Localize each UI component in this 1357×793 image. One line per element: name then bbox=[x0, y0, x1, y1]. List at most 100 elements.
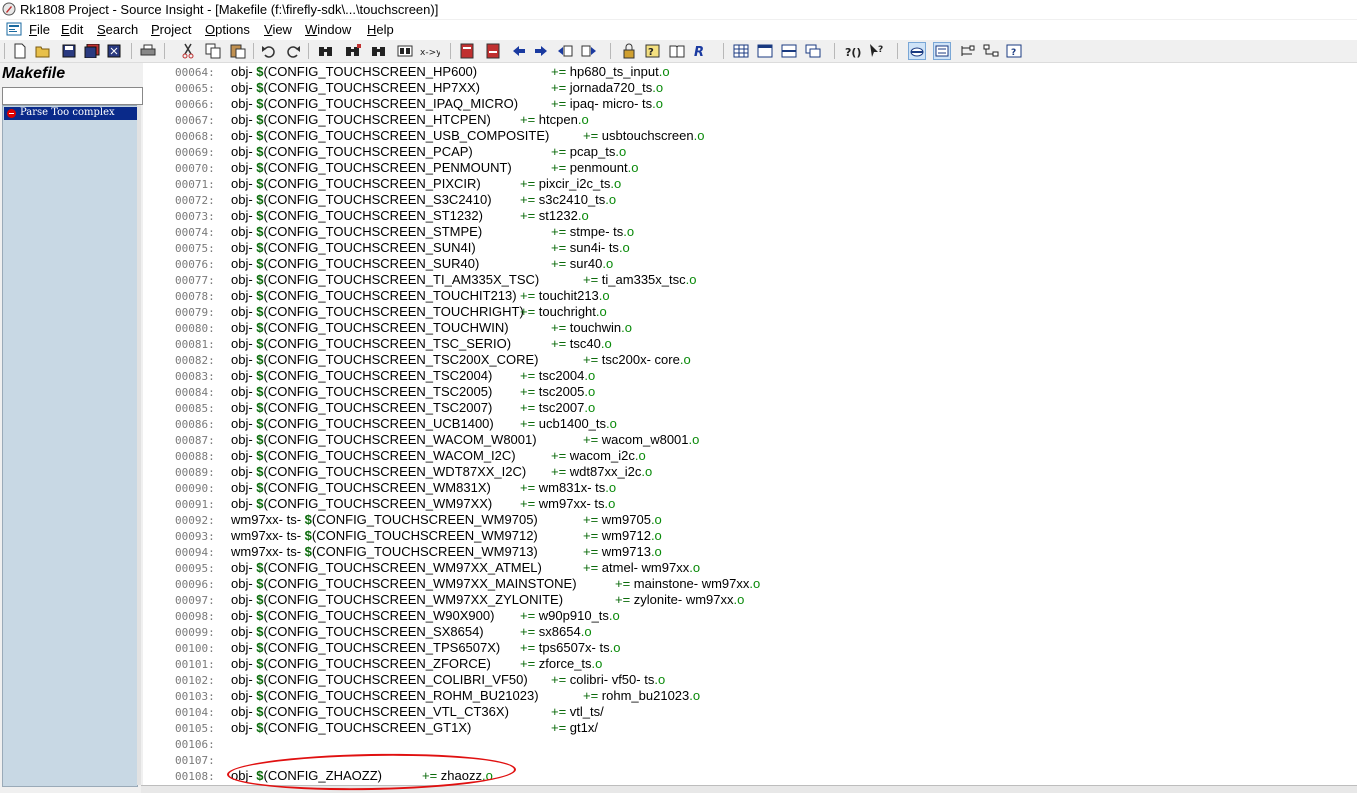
system-menu-icon[interactable] bbox=[6, 22, 22, 36]
symbol-info-icon[interactable]: ?() bbox=[845, 43, 863, 59]
code-line[interactable]: 00081: obj- $(CONFIG_TOUCHSCREEN_TSC_SERI… bbox=[143, 336, 1357, 352]
code-line[interactable]: 00104: obj- $(CONFIG_TOUCHSCREEN_VTL_CT36… bbox=[143, 704, 1357, 720]
menu-help[interactable]: Help bbox=[367, 22, 394, 37]
code-editor[interactable]: 00064: obj- $(CONFIG_TOUCHSCREEN_HP600) +=… bbox=[143, 63, 1357, 785]
menu-file[interactable]: File bbox=[29, 22, 50, 37]
tree-icon[interactable] bbox=[983, 43, 999, 59]
code-line[interactable]: 00105: obj- $(CONFIG_TOUCHSCREEN_GT1X) += … bbox=[143, 720, 1357, 736]
cut-icon[interactable] bbox=[180, 43, 196, 59]
menu-project[interactable]: Project bbox=[151, 22, 191, 37]
code-line[interactable]: 00093: wm97xx- ts- $(CONFIG_TOUCHSCREEN_W… bbox=[143, 528, 1357, 544]
code-line[interactable]: 00095: obj- $(CONFIG_TOUCHSCREEN_WM97XX_A… bbox=[143, 560, 1357, 576]
menu-search[interactable]: Search bbox=[97, 22, 138, 37]
search-project-icon[interactable] bbox=[345, 43, 361, 59]
code-line[interactable]: 00079: obj- $(CONFIG_TOUCHSCREEN_TOUCHRIG… bbox=[143, 304, 1357, 320]
symbol-search-input[interactable] bbox=[2, 87, 143, 105]
undo-icon[interactable] bbox=[261, 43, 277, 59]
code-line[interactable]: 00065: obj- $(CONFIG_TOUCHSCREEN_HP7XX) +=… bbox=[143, 80, 1357, 96]
code-line[interactable]: 00075: obj- $(CONFIG_TOUCHSCREEN_SUN4I) +=… bbox=[143, 240, 1357, 256]
code-line[interactable]: 00084: obj- $(CONFIG_TOUCHSCREEN_TSC2005)… bbox=[143, 384, 1357, 400]
code-line[interactable]: 00073: obj- $(CONFIG_TOUCHSCREEN_ST1232) +… bbox=[143, 208, 1357, 224]
code-line[interactable]: 00088: obj- $(CONFIG_TOUCHSCREEN_WACOM_I2… bbox=[143, 448, 1357, 464]
code-line[interactable]: 00089: obj- $(CONFIG_TOUCHSCREEN_WDT87XX_… bbox=[143, 464, 1357, 480]
code-line[interactable]: 00100: obj- $(CONFIG_TOUCHSCREEN_TPS6507X… bbox=[143, 640, 1357, 656]
code-line[interactable]: 00097: obj- $(CONFIG_TOUCHSCREEN_WM97XX_Z… bbox=[143, 592, 1357, 608]
close-file-icon[interactable] bbox=[106, 43, 122, 59]
code-line[interactable]: 00087: obj- $(CONFIG_TOUCHSCREEN_WACOM_W8… bbox=[143, 432, 1357, 448]
pointer-help-icon[interactable]: ? bbox=[868, 43, 884, 59]
make-lhs: obj- bbox=[231, 656, 257, 671]
jump-forward-icon[interactable] bbox=[581, 43, 597, 59]
save-all-icon[interactable] bbox=[84, 43, 100, 59]
code-line[interactable]: 00082: obj- $(CONFIG_TOUCHSCREEN_TSC200X_… bbox=[143, 352, 1357, 368]
bookmark-next-icon[interactable] bbox=[485, 43, 501, 59]
code-line[interactable]: 00077: obj- $(CONFIG_TOUCHSCREEN_TI_AM335… bbox=[143, 272, 1357, 288]
help-window-icon[interactable]: ? bbox=[1006, 43, 1022, 59]
call-tree-icon[interactable] bbox=[959, 43, 975, 59]
bookmark-icon[interactable] bbox=[459, 43, 475, 59]
code-line[interactable]: 00080: obj- $(CONFIG_TOUCHSCREEN_TOUCHWIN… bbox=[143, 320, 1357, 336]
grid-view-icon[interactable] bbox=[733, 43, 749, 59]
save-icon[interactable] bbox=[61, 43, 77, 59]
code-line[interactable]: 00083: obj- $(CONFIG_TOUCHSCREEN_TSC2004)… bbox=[143, 368, 1357, 384]
symbol-list[interactable]: Parse Too complex bbox=[2, 105, 138, 787]
context-window-icon[interactable] bbox=[908, 42, 926, 60]
code-text: wm97xx- ts- $(CONFIG_TOUCHSCREEN_WM9713) bbox=[231, 544, 538, 560]
code-line[interactable]: 00064: obj- $(CONFIG_TOUCHSCREEN_HP600) +=… bbox=[143, 64, 1357, 80]
redo-icon[interactable] bbox=[285, 43, 301, 59]
code-line[interactable]: 00070: obj- $(CONFIG_TOUCHSCREEN_PENMOUNT… bbox=[143, 160, 1357, 176]
relation-icon[interactable]: R bbox=[693, 43, 709, 59]
code-line[interactable]: 00066: obj- $(CONFIG_TOUCHSCREEN_IPAQ_MIC… bbox=[143, 96, 1357, 112]
symbol-window-scrollbar[interactable] bbox=[137, 105, 141, 785]
symbol-list-item[interactable]: Parse Too complex bbox=[4, 107, 137, 120]
help-symbol-icon[interactable]: ? bbox=[645, 43, 661, 59]
code-line[interactable]: 00103: obj- $(CONFIG_TOUCHSCREEN_ROHM_BU2… bbox=[143, 688, 1357, 704]
code-line[interactable]: 00091: obj- $(CONFIG_TOUCHSCREEN_WM97XX) +… bbox=[143, 496, 1357, 512]
menu-view[interactable]: View bbox=[264, 22, 292, 37]
code-line[interactable]: 00098: obj- $(CONFIG_TOUCHSCREEN_W90X900)… bbox=[143, 608, 1357, 624]
code-line[interactable]: 00086: obj- $(CONFIG_TOUCHSCREEN_UCB1400)… bbox=[143, 416, 1357, 432]
code-line[interactable]: 00071: obj- $(CONFIG_TOUCHSCREEN_PIXCIR) +… bbox=[143, 176, 1357, 192]
print-icon[interactable] bbox=[140, 43, 156, 59]
jump-back-icon[interactable] bbox=[557, 43, 573, 59]
code-line[interactable]: 00085: obj- $(CONFIG_TOUCHSCREEN_TSC2007)… bbox=[143, 400, 1357, 416]
make-rhs: += sx8654.o bbox=[520, 624, 592, 640]
code-line[interactable]: 00076: obj- $(CONFIG_TOUCHSCREEN_SUR40) +=… bbox=[143, 256, 1357, 272]
split-view-icon[interactable] bbox=[781, 43, 797, 59]
code-line[interactable]: 00074: obj- $(CONFIG_TOUCHSCREEN_STMPE) +=… bbox=[143, 224, 1357, 240]
code-line[interactable]: 00096: obj- $(CONFIG_TOUCHSCREEN_WM97XX_M… bbox=[143, 576, 1357, 592]
code-line[interactable]: 00069: obj- $(CONFIG_TOUCHSCREEN_PCAP) += … bbox=[143, 144, 1357, 160]
code-line[interactable]: 00078: obj- $(CONFIG_TOUCHSCREEN_TOUCHIT2… bbox=[143, 288, 1357, 304]
config-variable: (CONFIG_TOUCHSCREEN_SX8654) bbox=[263, 624, 484, 639]
code-line[interactable]: 00094: wm97xx- ts- $(CONFIG_TOUCHSCREEN_W… bbox=[143, 544, 1357, 560]
xy-replace-icon[interactable]: x->y bbox=[420, 43, 440, 59]
code-line[interactable]: 00106: bbox=[143, 736, 1357, 752]
back-arrow-icon[interactable] bbox=[511, 43, 527, 59]
open-folder-icon[interactable] bbox=[35, 43, 51, 59]
code-line[interactable]: 00101: obj- $(CONFIG_TOUCHSCREEN_ZFORCE) +… bbox=[143, 656, 1357, 672]
menu-window[interactable]: Window bbox=[305, 22, 351, 37]
replace-icon[interactable] bbox=[397, 43, 413, 59]
cascade-view-icon[interactable] bbox=[805, 43, 821, 59]
code-line[interactable]: 00067: obj- $(CONFIG_TOUCHSCREEN_HTCPEN) +… bbox=[143, 112, 1357, 128]
code-line[interactable]: 00107: bbox=[143, 752, 1357, 768]
new-file-icon[interactable] bbox=[12, 43, 28, 59]
menu-edit[interactable]: Edit bbox=[61, 22, 83, 37]
relation-window-icon[interactable] bbox=[933, 42, 951, 60]
code-line[interactable]: 00072: obj- $(CONFIG_TOUCHSCREEN_S3C2410)… bbox=[143, 192, 1357, 208]
code-line[interactable]: 00099: obj- $(CONFIG_TOUCHSCREEN_SX8654) +… bbox=[143, 624, 1357, 640]
code-line[interactable]: 00090: obj- $(CONFIG_TOUCHSCREEN_WM831X) +… bbox=[143, 480, 1357, 496]
menu-options[interactable]: Options bbox=[205, 22, 250, 37]
search-icon[interactable] bbox=[318, 43, 334, 59]
paste-icon[interactable] bbox=[230, 43, 246, 59]
copy-icon[interactable] bbox=[205, 43, 221, 59]
code-line-highlighted[interactable]: 00108: obj- $(CONFIG_ZHAOZZ) += zhaozz.o bbox=[143, 768, 1357, 784]
window-view-icon[interactable] bbox=[757, 43, 773, 59]
book-icon[interactable] bbox=[669, 43, 685, 59]
forward-arrow-icon[interactable] bbox=[533, 43, 549, 59]
lock-icon[interactable] bbox=[621, 43, 637, 59]
code-line[interactable]: 00102: obj- $(CONFIG_TOUCHSCREEN_COLIBRI_… bbox=[143, 672, 1357, 688]
code-line[interactable]: 00068: obj- $(CONFIG_TOUCHSCREEN_USB_COMP… bbox=[143, 128, 1357, 144]
search-files-icon[interactable] bbox=[371, 43, 387, 59]
code-line[interactable]: 00092: wm97xx- ts- $(CONFIG_TOUCHSCREEN_W… bbox=[143, 512, 1357, 528]
